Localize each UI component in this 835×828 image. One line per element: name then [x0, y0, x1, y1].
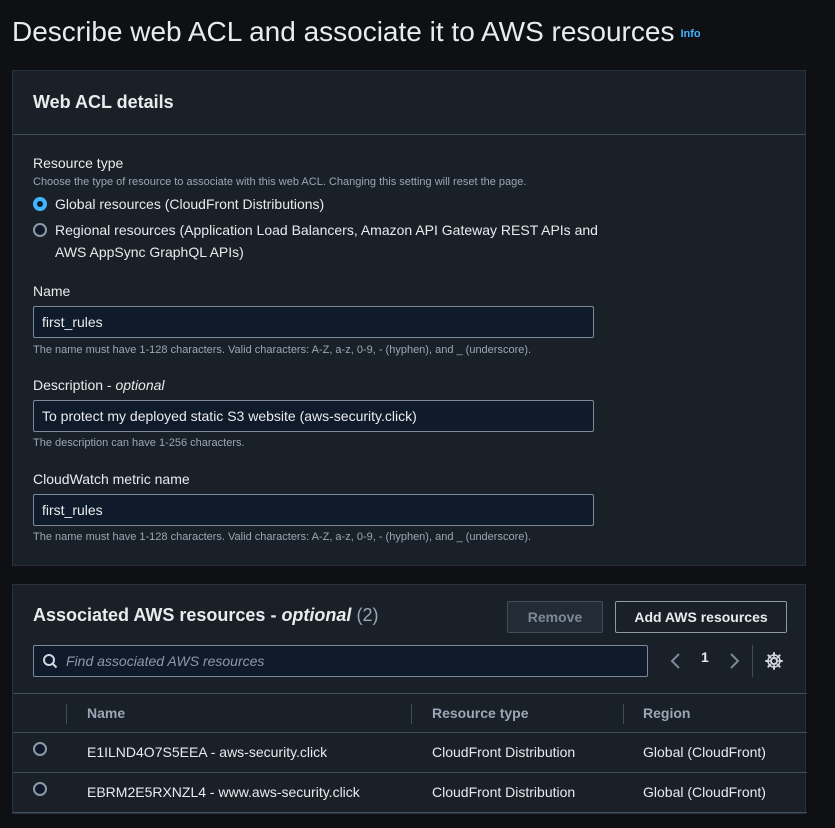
page-number[interactable]: 1 — [701, 649, 709, 665]
previous-page-button[interactable] — [669, 649, 683, 673]
resources-table: Name Resource type Region E1ILND4O7S5EEA… — [13, 693, 807, 813]
cell-region: Global (CloudFront) — [643, 784, 766, 800]
radio-button-checked[interactable] — [33, 197, 47, 211]
column-header-region[interactable]: Region — [643, 705, 690, 721]
column-header-resource-type[interactable]: Resource type — [432, 705, 528, 721]
chevron-right-icon — [730, 653, 740, 669]
panel-heading: Web ACL details — [33, 92, 174, 112]
page-title: Describe web ACL and associate it to AWS… — [12, 16, 701, 47]
gear-icon — [765, 652, 783, 670]
column-divider — [66, 704, 67, 724]
web-acl-details-panel: Web ACL details Resource type Choose the… — [12, 70, 806, 566]
table-row[interactable]: E1ILND4O7S5EEA - aws-security.click Clou… — [13, 733, 807, 773]
column-divider — [411, 704, 412, 724]
cell-resource-type: CloudFront Distribution — [432, 744, 576, 760]
next-page-button[interactable] — [727, 649, 741, 673]
name-field[interactable]: first_rules — [33, 306, 594, 338]
search-input[interactable]: Find associated AWS resources — [33, 645, 648, 677]
metric-name-hint: The name must have 1-128 characters. Val… — [33, 531, 532, 543]
description-hint: The description can have 1-256 character… — [33, 437, 245, 449]
preferences-button[interactable] — [764, 651, 784, 676]
description-field[interactable]: To protect my deployed static S3 website… — [33, 400, 594, 432]
info-link[interactable]: Info — [680, 28, 700, 40]
pager-divider — [752, 645, 753, 677]
add-aws-resources-button[interactable]: Add AWS resources — [615, 601, 787, 633]
column-header-name[interactable]: Name — [87, 705, 125, 721]
radio-global-resources[interactable]: Global resources (CloudFront Distributio… — [33, 193, 324, 215]
cell-region: Global (CloudFront) — [643, 744, 766, 760]
remove-button[interactable]: Remove — [507, 601, 603, 633]
table-row[interactable]: EBRM2E5RXNZL4 - www.aws-security.click C… — [13, 773, 807, 813]
metric-name-label: CloudWatch metric name — [33, 471, 190, 487]
metric-name-field[interactable]: first_rules — [33, 494, 594, 526]
cell-name: EBRM2E5RXNZL4 - www.aws-security.click — [87, 784, 360, 800]
name-label: Name — [33, 283, 71, 299]
resource-type-label: Resource type — [33, 155, 124, 171]
radio-label: Global resources (CloudFront Distributio… — [55, 196, 325, 212]
row-select-radio[interactable] — [33, 782, 47, 796]
name-hint: The name must have 1-128 characters. Val… — [33, 344, 532, 356]
cell-name: E1ILND4O7S5EEA - aws-security.click — [87, 744, 328, 760]
search-icon — [43, 654, 58, 669]
resources-heading: Associated AWS resources - optional (2) — [33, 605, 379, 625]
radio-regional-resources[interactable]: Regional resources (Application Load Bal… — [33, 219, 598, 263]
row-select-radio[interactable] — [33, 742, 47, 756]
associated-resources-panel: Associated AWS resources - optional (2) … — [12, 584, 807, 814]
radio-label: Regional resources (Application Load Bal… — [55, 222, 598, 260]
resource-type-hint: Choose the type of resource to associate… — [33, 176, 527, 188]
chevron-left-icon — [670, 653, 680, 669]
column-divider — [623, 704, 624, 724]
search-placeholder: Find associated AWS resources — [66, 653, 265, 669]
description-label: Description - optional — [33, 377, 165, 393]
radio-button[interactable] — [33, 223, 47, 237]
cell-resource-type: CloudFront Distribution — [432, 784, 576, 800]
table-header: Name Resource type Region — [13, 693, 807, 733]
panel-header: Web ACL details — [13, 71, 805, 135]
